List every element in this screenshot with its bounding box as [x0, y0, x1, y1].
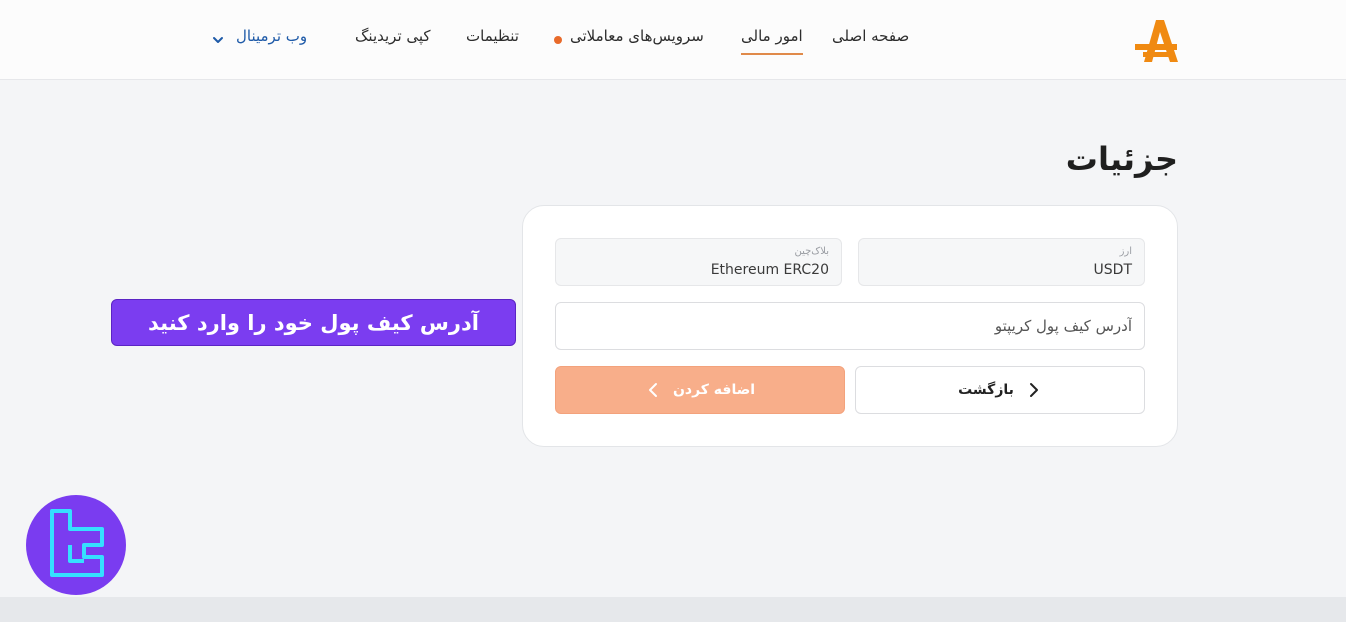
tl-watermark-logo — [26, 495, 126, 595]
blockchain-label: بلاک‌چین — [794, 246, 829, 257]
nav-trading-services[interactable]: سرویس‌های معاملاتی — [570, 27, 704, 45]
back-button-label: بازگشت — [958, 382, 1014, 398]
chevron-right-icon — [648, 383, 657, 397]
add-button-label: اضافه کردن — [672, 382, 756, 398]
blockchain-value: Ethereum ERC20 — [710, 262, 829, 278]
footer-strip — [0, 597, 1346, 622]
brand-a-logo[interactable] — [1133, 18, 1179, 64]
add-button[interactable]: اضافه کردن — [555, 366, 845, 414]
nav-web-terminal[interactable]: وب ترمینال — [236, 27, 307, 45]
chevron-down-icon[interactable] — [211, 33, 225, 47]
blockchain-field: بلاک‌چین Ethereum ERC20 — [555, 238, 842, 286]
currency-value: USDT — [1093, 262, 1132, 278]
top-navigation-bar: صفحه اصلی امور مالی سرویس‌های معاملاتی ت… — [0, 0, 1346, 80]
currency-label: ارز — [1119, 246, 1132, 257]
currency-field: ارز USDT — [858, 238, 1145, 286]
page-title: جزئیات — [1065, 140, 1178, 178]
nav-copy-trading[interactable]: کپی تریدینگ — [355, 27, 431, 45]
nav-home[interactable]: صفحه اصلی — [832, 27, 909, 45]
nav-finance[interactable]: امور مالی — [741, 27, 803, 55]
notification-dot — [554, 36, 562, 44]
nav-settings[interactable]: تنظیمات — [466, 27, 519, 45]
wallet-address-input[interactable] — [555, 302, 1145, 350]
chevron-left-icon — [1029, 383, 1038, 397]
back-button[interactable]: بازگشت — [855, 366, 1145, 414]
instruction-banner: آدرس کیف پول خود را وارد کنید — [111, 299, 516, 346]
